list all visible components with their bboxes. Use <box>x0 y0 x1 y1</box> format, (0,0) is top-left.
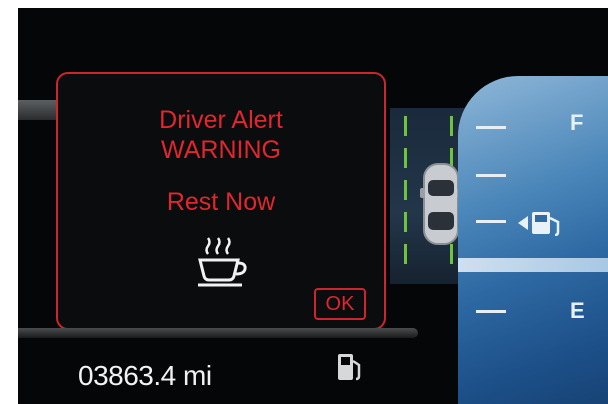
alert-warning-label: WARNING <box>161 136 281 164</box>
fuel-gauge-band <box>458 258 608 272</box>
fuel-gauge-tick <box>476 126 506 129</box>
fuel-gauge-tick <box>476 310 506 313</box>
alert-title: Driver Alert <box>159 106 283 134</box>
ok-button[interactable]: OK <box>314 288 366 320</box>
fuel-empty-label: E <box>570 298 585 323</box>
instrument-cluster: F E Driver Alert WARNING Rest Now OK 038… <box>18 8 608 404</box>
lane-marker-left <box>404 244 407 264</box>
fuel-pump-icon <box>518 212 560 236</box>
lane-marker-left <box>404 180 407 200</box>
cluster-bezel-bottom <box>18 328 418 338</box>
lane-marker-right <box>450 116 453 136</box>
odometer-reading: 03863.4 mi <box>78 360 212 391</box>
lane-marker-left <box>404 212 407 232</box>
lane-marker-left <box>404 148 407 168</box>
lane-marker-left <box>404 116 407 136</box>
coffee-cup-icon <box>198 237 247 287</box>
fuel-gauge-tick <box>476 174 506 177</box>
fuel-full-label: F <box>570 110 584 135</box>
alert-message: Rest Now <box>166 188 276 216</box>
fuel-pump-icon <box>338 354 361 381</box>
fuel-gauge-tick <box>476 220 506 223</box>
fuel-door-left-arrow-icon <box>518 216 528 230</box>
